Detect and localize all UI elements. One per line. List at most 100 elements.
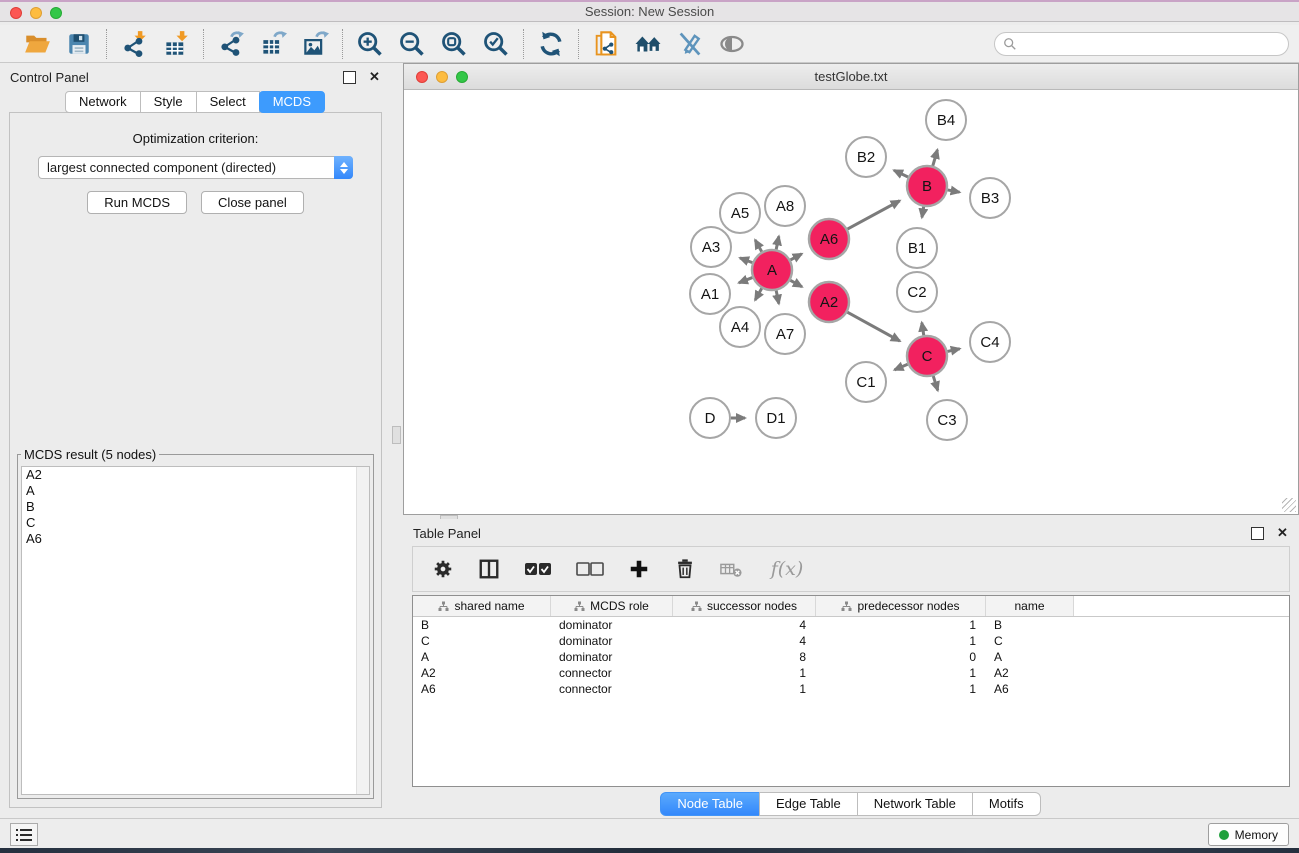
deselect-all-checks-icon[interactable] xyxy=(575,557,605,581)
column-header-label: shared name xyxy=(454,599,524,613)
show-columns-icon[interactable] xyxy=(477,557,501,581)
maximize-window-button[interactable] xyxy=(50,7,62,19)
network-close-button[interactable] xyxy=(416,71,428,83)
edge-A2-C[interactable] xyxy=(847,312,899,341)
hide-annotations-icon[interactable] xyxy=(675,29,705,59)
open-session-icon[interactable] xyxy=(22,29,52,59)
tab-style[interactable]: Style xyxy=(140,91,197,113)
tab-mcds[interactable]: MCDS xyxy=(259,91,325,113)
add-column-icon[interactable] xyxy=(627,557,651,581)
table-row[interactable]: Bdominator41B xyxy=(413,617,1289,633)
minimize-window-button[interactable] xyxy=(30,7,42,19)
zoom-selected-icon[interactable] xyxy=(481,29,511,59)
edge-B-B4[interactable] xyxy=(933,150,938,166)
mcds-result-item[interactable]: B xyxy=(22,499,369,515)
show-hide-eye-icon[interactable] xyxy=(717,29,747,59)
network-graph: B4B2BB3B1A5A8A6A3AA1C2A2A4A7C4CC1C3DD1 xyxy=(404,90,1298,514)
mcds-result-item[interactable]: A2 xyxy=(22,467,369,483)
network-window-titlebar: testGlobe.txt xyxy=(404,64,1298,90)
export-table-icon[interactable] xyxy=(258,29,288,59)
edge-A-A6[interactable] xyxy=(790,254,801,260)
zoom-fit-icon[interactable] xyxy=(439,29,469,59)
home-icon[interactable] xyxy=(633,29,663,59)
column-header-name[interactable]: name xyxy=(986,596,1074,616)
divider-grip[interactable] xyxy=(392,426,401,444)
mcds-result-item[interactable]: C xyxy=(22,515,369,531)
table-cell: 4 xyxy=(673,617,816,633)
close-window-button[interactable] xyxy=(10,7,22,19)
export-network-icon[interactable] xyxy=(216,29,246,59)
node-label-A6: A6 xyxy=(820,231,838,248)
table-row[interactable]: A2connector11A2 xyxy=(413,665,1289,681)
memory-status-dot xyxy=(1219,830,1229,840)
control-panel-title: Control Panel xyxy=(10,70,89,85)
save-session-icon[interactable] xyxy=(64,29,94,59)
network-minimize-button[interactable] xyxy=(436,71,448,83)
tab-edge-table[interactable]: Edge Table xyxy=(759,792,858,816)
import-network-icon[interactable] xyxy=(119,29,149,59)
close-panel-icon[interactable]: ✕ xyxy=(368,71,381,84)
optimization-criterion-dropdown[interactable]: largest connected component (directed) xyxy=(38,156,353,179)
memory-button[interactable]: Memory xyxy=(1208,823,1289,846)
close-panel-button[interactable]: Close panel xyxy=(201,191,304,214)
control-panel: Control Panel ✕ NetworkStyleSelectMCDS O… xyxy=(0,63,391,818)
vertical-split-divider[interactable] xyxy=(391,63,403,818)
edge-A-A3[interactable] xyxy=(740,258,752,263)
table-cell: dominator xyxy=(551,617,673,633)
edge-A6-B[interactable] xyxy=(847,201,899,229)
network-view-window: testGlobe.txt B4B2BB3B1A5A8A6A3AA1C2A2A4… xyxy=(403,63,1299,515)
tab-motifs[interactable]: Motifs xyxy=(972,792,1041,816)
node-label-A7: A7 xyxy=(776,326,794,343)
edge-B-B3[interactable] xyxy=(948,190,960,192)
result-scrollbar[interactable] xyxy=(356,467,369,794)
table-row[interactable]: Cdominator41C xyxy=(413,633,1289,649)
column-header-shared-name[interactable]: shared name xyxy=(413,596,551,616)
column-header-MCDS-role[interactable]: MCDS role xyxy=(551,596,673,616)
delete-column-icon[interactable] xyxy=(673,557,697,581)
search-input[interactable] xyxy=(1017,34,1288,54)
apply-function-icon: f(x) xyxy=(765,557,809,581)
table-float-icon[interactable] xyxy=(1251,527,1264,540)
table-row[interactable]: A6connector11A6 xyxy=(413,681,1289,697)
table-row[interactable]: Adominator80A xyxy=(413,649,1289,665)
tab-network[interactable]: Network xyxy=(65,91,141,113)
edge-C-C3[interactable] xyxy=(933,376,937,390)
edge-B-B2[interactable] xyxy=(894,170,908,177)
refresh-icon[interactable] xyxy=(536,29,566,59)
edge-C-C1[interactable] xyxy=(895,364,908,370)
column-header-predecessor-nodes[interactable]: predecessor nodes xyxy=(816,596,986,616)
edge-C-C2[interactable] xyxy=(922,323,924,336)
table-settings-gear-icon[interactable] xyxy=(431,557,455,581)
search-field[interactable] xyxy=(994,32,1289,56)
table-close-icon[interactable]: ✕ xyxy=(1276,527,1289,540)
open-session-file-icon[interactable] xyxy=(591,29,621,59)
edge-A-A2[interactable] xyxy=(790,280,802,287)
table-cell: C xyxy=(986,633,1074,649)
edge-B-B1[interactable] xyxy=(922,207,924,218)
float-panel-icon[interactable] xyxy=(343,71,356,84)
import-table-icon[interactable] xyxy=(161,29,191,59)
network-maximize-button[interactable] xyxy=(456,71,468,83)
edge-A-A8[interactable] xyxy=(776,236,779,249)
edge-A-A5[interactable] xyxy=(755,240,762,252)
edge-A-A4[interactable] xyxy=(755,288,762,300)
edge-A-A7[interactable] xyxy=(776,291,779,304)
network-canvas[interactable]: B4B2BB3B1A5A8A6A3AA1C2A2A4A7C4CC1C3DD1 xyxy=(404,90,1298,514)
edge-A-A1[interactable] xyxy=(739,278,753,283)
tab-node-table[interactable]: Node Table xyxy=(660,792,760,816)
select-all-checks-icon[interactable] xyxy=(523,557,553,581)
task-history-button[interactable] xyxy=(10,823,38,846)
export-image-icon[interactable] xyxy=(300,29,330,59)
zoom-in-icon[interactable] xyxy=(355,29,385,59)
window-resize-grip[interactable] xyxy=(1282,498,1296,512)
tab-network-table[interactable]: Network Table xyxy=(857,792,973,816)
mcds-result-item[interactable]: A6 xyxy=(22,531,369,547)
run-mcds-button[interactable]: Run MCDS xyxy=(87,191,187,214)
edge-C-C4[interactable] xyxy=(947,349,959,352)
mcds-result-item[interactable]: A xyxy=(22,483,369,499)
tab-select[interactable]: Select xyxy=(196,91,260,113)
column-type-icon xyxy=(438,601,449,612)
column-header-successor-nodes[interactable]: successor nodes xyxy=(673,596,816,616)
zoom-out-icon[interactable] xyxy=(397,29,427,59)
table-panel: Table Panel ✕ xyxy=(403,519,1299,818)
